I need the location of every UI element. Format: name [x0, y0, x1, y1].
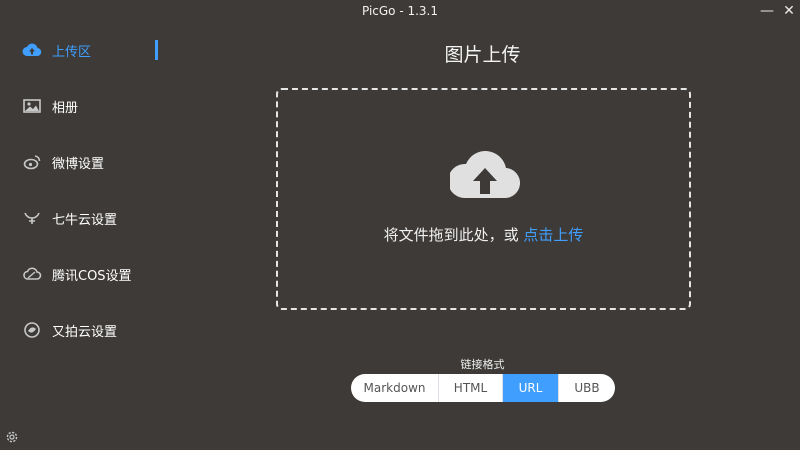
- sidebar: 上传区 相册 微博设置 七牛云设置 腾讯COS设置 又拍云设置: [0, 22, 170, 450]
- format-option-markdown[interactable]: Markdown: [351, 374, 439, 402]
- qiniu-icon: [22, 208, 42, 228]
- sidebar-item-label: 上传区: [52, 44, 92, 60]
- page-title: 图片上传: [444, 44, 521, 66]
- sidebar-item-qiniu[interactable]: 七牛云设置: [0, 198, 170, 238]
- sidebar-item-label: 微博设置: [52, 156, 105, 172]
- sidebar-item-tencent-cos[interactable]: 腾讯COS设置: [0, 254, 170, 294]
- window-title: PicGo - 1.3.1: [361, 4, 439, 18]
- cloud-upload-icon: [22, 40, 42, 60]
- minimize-button[interactable]: —: [756, 0, 778, 22]
- sidebar-item-label: 腾讯COS设置: [52, 268, 132, 284]
- format-option-url[interactable]: URL: [503, 374, 559, 402]
- tencent-cloud-icon: [22, 264, 42, 284]
- sidebar-item-upload[interactable]: 上传区: [0, 30, 170, 70]
- active-indicator: [155, 40, 158, 60]
- dropzone-text: 将文件拖到此处，或 点击上传: [278, 224, 689, 245]
- dropzone-hint: 将文件拖到此处，或: [383, 226, 524, 244]
- link-format-selector: Markdown HTML URL UBB: [351, 374, 615, 402]
- gear-icon[interactable]: [3, 428, 21, 446]
- image-icon: [22, 96, 42, 116]
- sidebar-item-weibo[interactable]: 微博设置: [0, 142, 170, 182]
- format-option-html[interactable]: HTML: [439, 374, 503, 402]
- link-format-label: 链接格式: [460, 358, 505, 371]
- weibo-icon: [22, 152, 42, 172]
- sidebar-item-label: 七牛云设置: [52, 212, 118, 228]
- sidebar-item-upyun[interactable]: 又拍云设置: [0, 310, 170, 350]
- sidebar-item-gallery[interactable]: 相册: [0, 86, 170, 126]
- close-button[interactable]: ✕: [778, 0, 800, 22]
- format-option-ubb[interactable]: UBB: [559, 374, 615, 402]
- sidebar-item-label: 相册: [52, 100, 79, 116]
- click-upload-link[interactable]: 点击上传: [523, 226, 583, 244]
- upyun-icon: [22, 320, 42, 340]
- sidebar-item-label: 又拍云设置: [52, 324, 118, 340]
- cloud-upload-icon: [450, 151, 520, 199]
- upload-dropzone[interactable]: 将文件拖到此处，或 点击上传: [276, 88, 691, 310]
